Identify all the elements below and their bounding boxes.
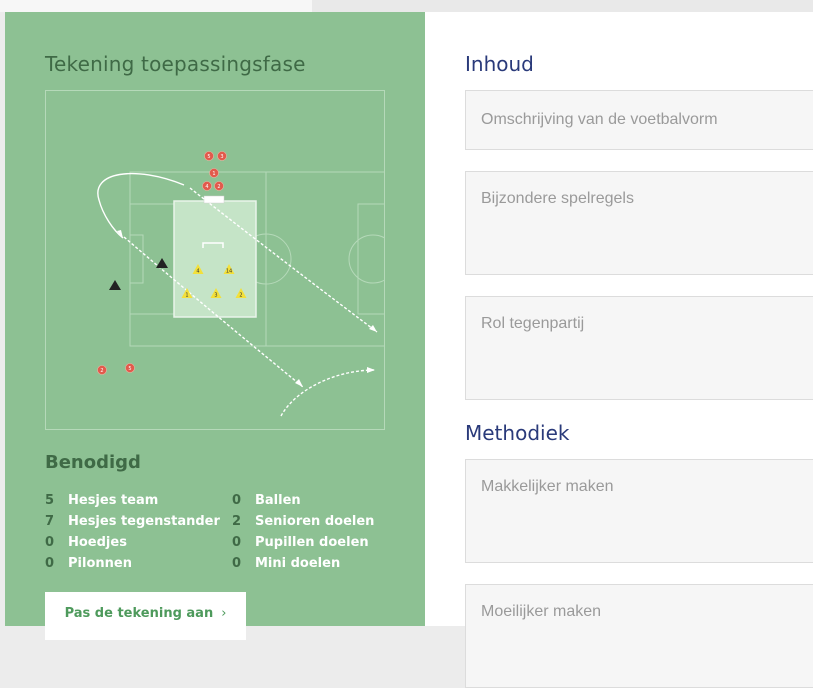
description-input[interactable] xyxy=(465,90,813,150)
special-rules-input[interactable] xyxy=(465,171,813,275)
opponent-player-number: 1 xyxy=(212,171,215,177)
equipment-item: 2 Senioren doelen xyxy=(232,511,374,532)
opponent-player-number: 2 xyxy=(217,184,220,190)
equipment-count: 7 xyxy=(45,514,55,529)
team-player-number: 3 xyxy=(214,293,217,299)
pitch-zone xyxy=(173,200,257,318)
equipment-label: Senioren doelen xyxy=(255,514,375,529)
opponent-player-marker[interactable]: 1 xyxy=(209,168,219,178)
opponent-player-number: 5 xyxy=(128,366,131,372)
equipment-label: Pupillen doelen xyxy=(255,535,369,550)
edit-drawing-button[interactable]: Pas de tekening aan › xyxy=(45,592,246,640)
equipment-label: Ballen xyxy=(255,493,301,508)
equipment-label: Hesjes tegenstander xyxy=(68,514,220,529)
content-title: Inhoud xyxy=(465,52,534,76)
cones xyxy=(109,258,168,290)
form-panel: Inhoud Methodiek xyxy=(425,12,813,688)
equipment-count: 0 xyxy=(232,493,242,508)
opponent-player-number: 2 xyxy=(100,368,103,374)
method-title: Methodiek xyxy=(465,421,570,445)
opponent-player-marker[interactable]: 3 xyxy=(217,151,227,161)
chevron-right-icon: › xyxy=(221,606,227,621)
opponent-player-number: 3 xyxy=(220,154,223,160)
equipment-list-right: 0 Ballen 2 Senioren doelen 0 Pupillen doele… xyxy=(232,490,374,574)
equipment-item: 0 Pilonnen xyxy=(45,553,220,574)
opponent-player-marker[interactable]: 5 xyxy=(204,151,214,161)
team-player-number: 14 xyxy=(226,269,232,275)
opponent-player-marker[interactable]: 2 xyxy=(214,181,224,191)
equipment-count: 0 xyxy=(45,535,55,550)
team-player-number: 4 xyxy=(196,269,199,275)
top-strip-shade xyxy=(312,0,813,12)
equipment-label: Hesjes team xyxy=(68,493,159,508)
opponent-player-marker[interactable]: 4 xyxy=(202,181,212,191)
equipment-count: 0 xyxy=(45,556,55,571)
opponent-player-marker[interactable]: 2 xyxy=(97,365,107,375)
equipment-item: 7 Hesjes tegenstander xyxy=(45,511,220,532)
make-harder-input[interactable] xyxy=(465,584,813,688)
equipment-item: 0 Hoedjes xyxy=(45,532,220,553)
field-drawing[interactable]: 4 14 1 3 2 5 3 1 4 2 2 5 xyxy=(45,90,385,430)
equipment-item: 0 Pupillen doelen xyxy=(232,532,374,553)
edit-drawing-label: Pas de tekening aan xyxy=(64,606,214,621)
drawing-panel: Tekening toepassingsfase 4 14 1 3 2 5 3 … xyxy=(5,12,425,640)
equipment-label: Hoedjes xyxy=(68,535,127,550)
make-easier-input[interactable] xyxy=(465,459,813,563)
equipment-list-left: 5 Hesjes team 7 Hesjes tegenstander 0 Hoedj… xyxy=(45,490,220,574)
opponent-player-number: 4 xyxy=(205,184,208,190)
equipment-count: 2 xyxy=(232,514,242,529)
equipment-item: 5 Hesjes team xyxy=(45,490,220,511)
equipment-title: Benodigd xyxy=(45,452,141,473)
equipment-count: 5 xyxy=(45,493,55,508)
equipment-count: 0 xyxy=(232,556,242,571)
opponent-player-marker[interactable]: 5 xyxy=(125,363,135,373)
opponent-player-number: 5 xyxy=(207,154,210,160)
equipment-item: 0 Ballen xyxy=(232,490,374,511)
team-player-number: 2 xyxy=(239,293,242,299)
equipment-item: 0 Mini doelen xyxy=(232,553,374,574)
team-player-number: 1 xyxy=(185,293,188,299)
drawing-title: Tekening toepassingsfase xyxy=(45,52,306,76)
top-strip xyxy=(0,0,813,12)
opponent-role-input[interactable] xyxy=(465,296,813,400)
equipment-label: Mini doelen xyxy=(255,556,341,571)
equipment-count: 0 xyxy=(232,535,242,550)
equipment-label: Pilonnen xyxy=(68,556,132,571)
